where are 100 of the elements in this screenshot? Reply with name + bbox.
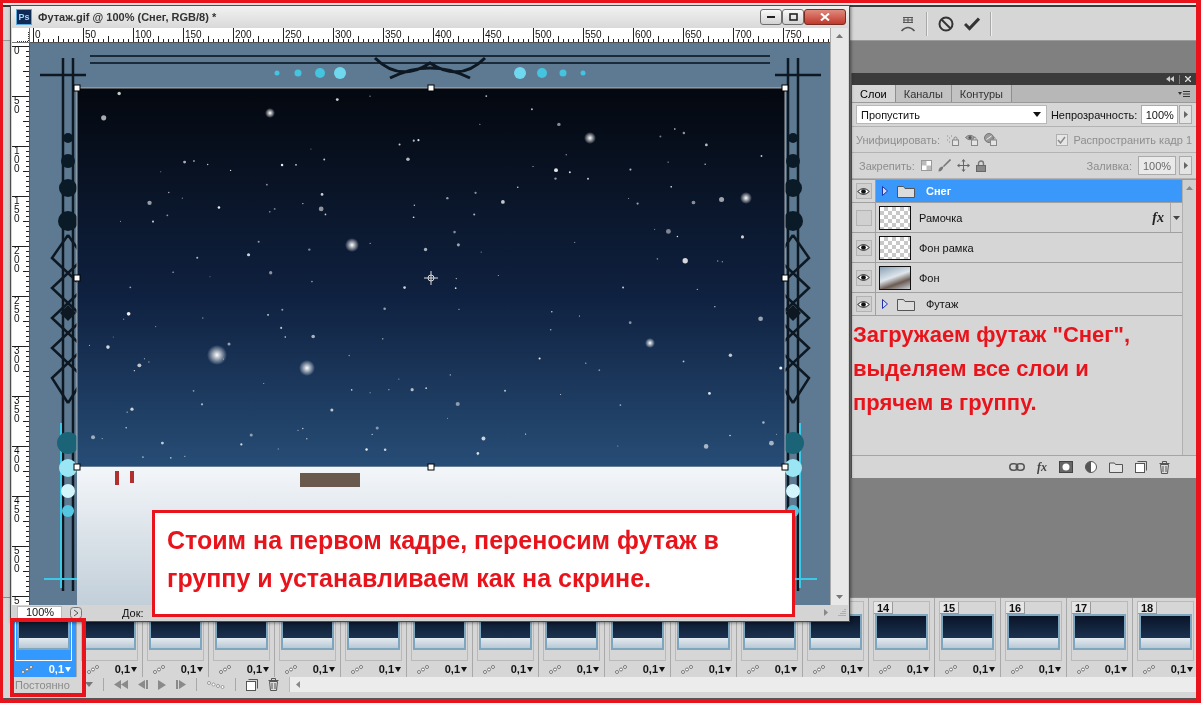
- effects-badge[interactable]: fx: [1152, 209, 1164, 226]
- frame-delay-dropdown[interactable]: 0,1: [708, 663, 731, 675]
- resize-grip-icon[interactable]: [836, 607, 846, 618]
- close-button[interactable]: [804, 9, 846, 25]
- dots-icon[interactable]: [153, 664, 165, 674]
- frame-delay-dropdown[interactable]: 0,1: [774, 663, 797, 675]
- link-icon[interactable]: [1009, 463, 1025, 471]
- panel-menu-icon[interactable]: [1178, 89, 1190, 98]
- half-circle-icon[interactable]: [1085, 461, 1097, 473]
- layer-row[interactable]: Футаж: [876, 293, 1182, 315]
- caret-icon[interactable]: [1173, 215, 1180, 220]
- panel-tab[interactable]: Слои: [852, 85, 896, 102]
- frame-delay-dropdown[interactable]: 0,1: [642, 663, 665, 675]
- scroll-down-icon[interactable]: [836, 595, 843, 599]
- frame-delay-dropdown[interactable]: 0,1: [180, 663, 203, 675]
- move-icon[interactable]: [956, 159, 970, 172]
- checker-icon[interactable]: [920, 160, 932, 171]
- dots-icon[interactable]: [945, 664, 957, 674]
- dots-icon[interactable]: [483, 664, 495, 674]
- frame-delay-dropdown[interactable]: 0,1: [840, 663, 863, 675]
- dots-icon[interactable]: [87, 664, 99, 674]
- minimize-button[interactable]: [760, 9, 782, 25]
- trash-icon[interactable]: [1159, 460, 1170, 474]
- mesh-icon[interactable]: [900, 15, 916, 32]
- dots-lock-icon[interactable]: [946, 133, 959, 146]
- frame-delay-dropdown[interactable]: 0,1: [972, 663, 995, 675]
- eye-lock-icon[interactable]: [965, 133, 978, 146]
- expand-triangle-icon[interactable]: [882, 299, 888, 309]
- dots-trail-icon[interactable]: [207, 680, 225, 689]
- transform-handle[interactable]: [73, 274, 81, 282]
- step-back-icon[interactable]: [138, 680, 148, 689]
- visibility-toggle[interactable]: [855, 269, 872, 286]
- center-point-icon[interactable]: [423, 270, 439, 286]
- transform-handle[interactable]: [427, 84, 435, 92]
- dots-icon[interactable]: [219, 664, 231, 674]
- status-arrow-icon[interactable]: [70, 606, 82, 619]
- pages-icon[interactable]: [1135, 461, 1147, 473]
- dots-icon[interactable]: [1011, 664, 1023, 674]
- frame-delay-dropdown[interactable]: 0,1: [312, 663, 335, 675]
- frame-delay-dropdown[interactable]: 0,1: [246, 663, 269, 675]
- visibility-toggle[interactable]: [855, 209, 872, 226]
- maximize-button[interactable]: [782, 9, 804, 25]
- dots-icon[interactable]: [1143, 664, 1155, 674]
- scroll-left-icon[interactable]: [296, 681, 300, 688]
- visibility-toggle[interactable]: [855, 296, 872, 312]
- dots-icon[interactable]: [681, 664, 693, 674]
- frame-delay-dropdown[interactable]: 0,1: [1170, 663, 1193, 675]
- transform-handle[interactable]: [781, 274, 789, 282]
- scroll-up-icon[interactable]: [836, 34, 843, 38]
- panel-tab[interactable]: Каналы: [895, 85, 952, 102]
- close-icon[interactable]: [1185, 76, 1191, 82]
- frame-delay-dropdown[interactable]: 0,1: [576, 663, 599, 675]
- layer-row[interactable]: Фон рамка: [876, 233, 1182, 262]
- transform-handle[interactable]: [781, 463, 789, 471]
- brush-icon[interactable]: [937, 159, 951, 172]
- commit-icon[interactable]: [964, 16, 980, 31]
- circle-lock-icon[interactable]: [984, 133, 997, 146]
- layer-row[interactable]: Фон: [876, 263, 1182, 292]
- folder-icon[interactable]: [1109, 461, 1123, 473]
- vertical-scrollbar[interactable]: [830, 28, 848, 605]
- circle-in-square-icon[interactable]: [1059, 461, 1073, 473]
- scroll-up-icon[interactable]: [1186, 186, 1193, 190]
- dots-icon[interactable]: [747, 664, 759, 674]
- trash-icon[interactable]: [268, 678, 279, 691]
- dots-icon[interactable]: [417, 664, 429, 674]
- dots-icon[interactable]: [21, 664, 33, 674]
- dots-icon[interactable]: [879, 664, 891, 674]
- frames-scrollbar[interactable]: [289, 677, 1196, 692]
- dots-icon[interactable]: [615, 664, 627, 674]
- blend-mode-dropdown[interactable]: Пропустить: [856, 105, 1047, 124]
- frame-delay-dropdown[interactable]: 0,1: [510, 663, 533, 675]
- dots-icon[interactable]: [351, 664, 363, 674]
- fill-slider-button[interactable]: [1179, 156, 1192, 175]
- caret-icon[interactable]: [85, 682, 93, 687]
- transform-handle[interactable]: [781, 84, 789, 92]
- visibility-toggle[interactable]: [855, 239, 872, 256]
- expand-triangle-icon[interactable]: [882, 186, 888, 196]
- visibility-toggle[interactable]: [855, 183, 872, 199]
- layer-row[interactable]: Рамочка fx: [876, 203, 1170, 232]
- play-icon[interactable]: [158, 679, 166, 690]
- rewind-icon[interactable]: [114, 680, 128, 689]
- transform-handle[interactable]: [73, 84, 81, 92]
- transform-handle[interactable]: [427, 463, 435, 471]
- opacity-field[interactable]: 100%: [1141, 105, 1179, 124]
- layers-scrollbar[interactable]: [1182, 180, 1196, 455]
- frame-delay-dropdown[interactable]: 0,1: [378, 663, 401, 675]
- dots-icon[interactable]: [1077, 664, 1089, 674]
- frame-delay-dropdown[interactable]: 0,1: [1104, 663, 1127, 675]
- frame-delay-dropdown[interactable]: 0,1: [1038, 663, 1061, 675]
- pages-icon[interactable]: [246, 678, 258, 691]
- opacity-slider-button[interactable]: [1179, 105, 1192, 124]
- layer-style-button[interactable]: fx: [1037, 459, 1047, 475]
- dotted-corner-icon[interactable]: [17, 32, 29, 42]
- dots-icon[interactable]: [813, 664, 825, 674]
- lock-icon[interactable]: [975, 159, 986, 172]
- cancel-icon[interactable]: [938, 15, 954, 32]
- frame-delay-dropdown[interactable]: 0,1: [906, 663, 929, 675]
- panel-tab[interactable]: Контуры: [951, 85, 1012, 102]
- step-forward-icon[interactable]: [176, 680, 186, 689]
- dots-icon[interactable]: [285, 664, 297, 674]
